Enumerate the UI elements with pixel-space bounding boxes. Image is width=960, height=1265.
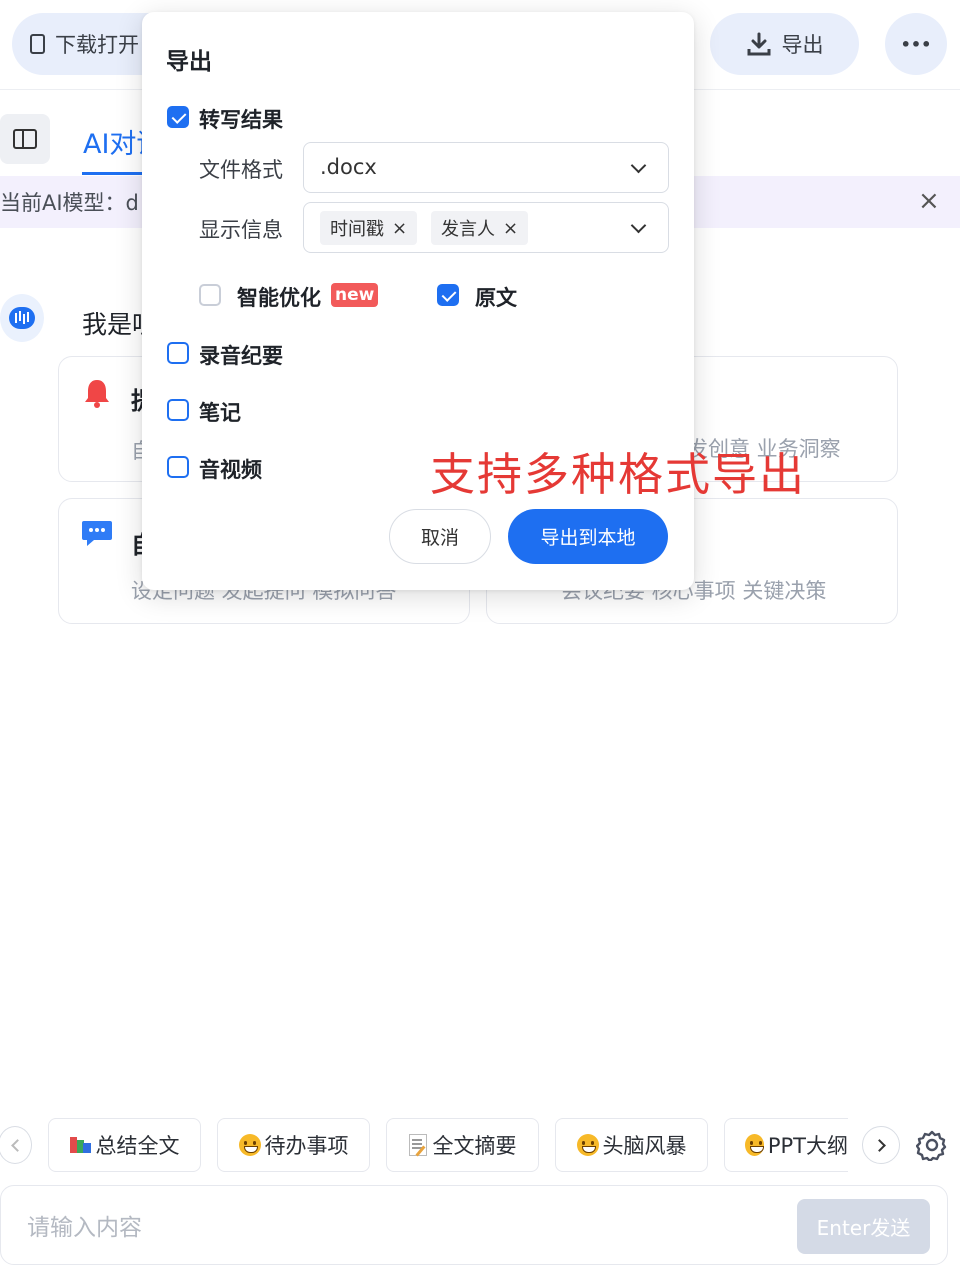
scroll-left-button[interactable] (0, 1126, 32, 1164)
assistant-avatar (0, 294, 44, 342)
tag-remove-icon[interactable]: × (392, 218, 407, 239)
chevron-right-icon (872, 1138, 886, 1152)
grin-emoji-icon (576, 1134, 599, 1156)
tab-active-underline (82, 172, 142, 175)
sidebar-toggle-icon (13, 129, 37, 149)
notes-checkbox[interactable] (167, 399, 189, 421)
dialog-title: 导出 (166, 49, 212, 75)
recording-summary-label: 录音纪要 (199, 344, 283, 368)
transcript-label: 转写结果 (199, 108, 283, 132)
scroll-right-button[interactable] (862, 1126, 900, 1164)
model-bar-text: 当前AI模型：d (0, 191, 139, 215)
annotation-text: 支持多种格式导出 (430, 448, 807, 501)
download-icon (747, 32, 770, 56)
shortcut-chip-label: 总结全文 (95, 1134, 180, 1158)
display-info-label: 显示信息 (199, 218, 283, 242)
send-button[interactable]: Enter发送 (797, 1199, 930, 1254)
shortcut-chip-label: PPT大纲 (767, 1134, 848, 1158)
export-button[interactable]: 导出 (710, 13, 859, 75)
original-text-label: 原文 (475, 286, 517, 310)
new-badge: new (331, 283, 379, 307)
download-app-label: 下载打开 (55, 33, 139, 57)
books-icon (69, 1135, 92, 1155)
tag-timestamp-label: 时间戳 (330, 219, 384, 240)
notes-label: 笔记 (199, 401, 241, 425)
recording-summary-checkbox[interactable] (167, 342, 189, 364)
assistant-greeting: 我是听 (82, 310, 142, 339)
gear-icon (915, 1130, 947, 1163)
smart-optimize-checkbox[interactable] (199, 284, 221, 306)
format-select[interactable]: .docx (303, 142, 669, 193)
audio-video-checkbox[interactable] (167, 456, 189, 478)
brain-wave-icon (9, 307, 35, 329)
memo-icon (408, 1134, 427, 1157)
settings-button[interactable] (915, 1129, 948, 1163)
chat-bubble-icon (81, 519, 113, 549)
sidebar-toggle-button[interactable] (0, 114, 50, 164)
chevron-down-icon (630, 157, 647, 174)
close-icon[interactable]: × (918, 186, 940, 216)
chevron-left-icon (10, 1138, 24, 1152)
grin-emoji-icon (745, 1134, 764, 1156)
more-button[interactable]: ••• (885, 13, 947, 75)
export-dialog: 导出 转写结果 文件格式 .docx 显示信息 时间戳 × 发言人 × 智能优化… (142, 12, 694, 590)
shortcut-chip[interactable]: 总结全文 (48, 1118, 201, 1172)
display-info-select[interactable]: 时间戳 × 发言人 × (303, 202, 669, 253)
original-text-checkbox[interactable] (437, 284, 459, 306)
export-button-label: 导出 (781, 33, 824, 57)
transcript-checkbox[interactable] (167, 106, 189, 128)
format-value: .docx (320, 155, 377, 179)
shortcut-chip[interactable]: 全文摘要 (386, 1118, 539, 1172)
composer: Enter发送 (0, 1185, 948, 1265)
cancel-button[interactable]: 取消 (389, 509, 491, 564)
tag-speaker-label: 发言人 (441, 219, 495, 240)
grin-emoji-icon (238, 1134, 261, 1156)
shortcut-chip[interactable]: PPT大纲 (724, 1118, 848, 1172)
tag-speaker: 发言人 × (431, 211, 529, 245)
tag-remove-icon[interactable]: × (503, 218, 518, 239)
message-input[interactable] (27, 1210, 767, 1246)
more-icon: ••• (900, 34, 932, 54)
shortcut-chip[interactable]: 头脑风暴 (555, 1118, 708, 1172)
smart-optimize-label: 智能优化 (237, 286, 321, 310)
shortcut-chip-label: 头脑风暴 (602, 1134, 687, 1158)
bell-icon (83, 377, 111, 408)
shortcut-chip[interactable]: 待办事项 (217, 1118, 370, 1172)
chevron-down-icon (630, 217, 647, 234)
format-label: 文件格式 (199, 158, 283, 182)
tag-timestamp: 时间戳 × (320, 211, 418, 245)
tablet-icon (30, 34, 45, 54)
audio-video-label: 音视频 (199, 458, 262, 482)
shortcut-chip-label: 待办事项 (264, 1134, 349, 1158)
export-local-button[interactable]: 导出到本地 (508, 509, 668, 564)
shortcut-chip-label: 全文摘要 (432, 1134, 517, 1158)
